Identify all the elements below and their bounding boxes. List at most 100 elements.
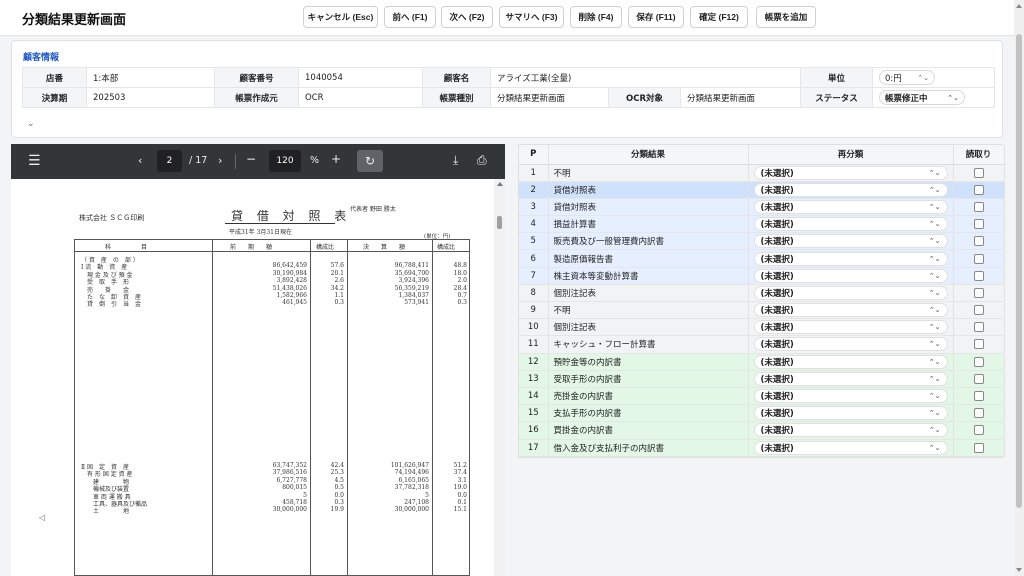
table-row[interactable]: 2 貸借対照表 (未選択) ⌃⌄: [519, 181, 1005, 199]
read-checkbox[interactable]: [973, 339, 984, 350]
reclass-select[interactable]: (未選択) ⌃⌄: [753, 182, 948, 197]
read-checkbox[interactable]: [973, 322, 984, 333]
reclass-select[interactable]: (未選択) ⌃⌄: [753, 251, 948, 266]
form-type-value: 分類結果更新画面: [490, 87, 609, 108]
read-checkbox[interactable]: [973, 270, 984, 281]
page-number-input[interactable]: 2: [157, 150, 182, 172]
delete-button[interactable]: 削除 (F4): [570, 6, 622, 28]
zoom-out-icon[interactable]: −: [246, 152, 256, 166]
print-icon[interactable]: ⎙: [477, 153, 487, 168]
table-row[interactable]: 8 個別注記表 (未選択) ⌃⌄: [519, 284, 1005, 303]
reclass-select[interactable]: (未選択) ⌃⌄: [753, 337, 948, 352]
table-row[interactable]: 11 キャッシュ・フロー計算書 (未選択) ⌃⌄: [519, 335, 1005, 354]
viewer-scroll-up-icon[interactable]: [497, 182, 503, 186]
table-row[interactable]: 16 買掛金の内訳書 (未選択) ⌃⌄: [519, 421, 1005, 440]
result-cell: 株主資本等変動計算書: [548, 267, 749, 285]
updown-icon: ⌃⌄: [928, 288, 941, 297]
ocr-target-label: OCR対象: [608, 87, 681, 108]
read-checkbox[interactable]: [973, 219, 984, 230]
cancel-button[interactable]: キャンセル (Esc): [303, 6, 378, 28]
reclass-select[interactable]: (未選択) ⌃⌄: [753, 389, 948, 404]
read-checkbox[interactable]: [973, 167, 984, 178]
ledger-cell-prev: 37,986,516: [272, 469, 307, 477]
reclass-select[interactable]: (未選択) ⌃⌄: [753, 406, 948, 421]
page-scrollbar[interactable]: [1014, 0, 1024, 576]
zoom-in-icon[interactable]: +: [331, 152, 341, 166]
table-row[interactable]: 1 不明 (未選択) ⌃⌄: [519, 164, 1005, 182]
read-checkbox[interactable]: [973, 391, 984, 402]
table-row[interactable]: 13 受取手形の内訳書 (未選択) ⌃⌄: [519, 370, 1005, 388]
table-row[interactable]: 7 株主資本等変動計算書 (未選択) ⌃⌄: [519, 267, 1005, 285]
zoom-input[interactable]: 120: [269, 150, 301, 172]
reclass-select[interactable]: (未選択) ⌃⌄: [753, 217, 948, 232]
read-checkbox[interactable]: [973, 236, 984, 247]
read-checkbox[interactable]: [973, 305, 984, 316]
add-form-button[interactable]: 帳票を追加: [756, 6, 816, 28]
next-button[interactable]: 次へ (F2): [441, 6, 493, 28]
viewer-toolbar: ☰ ‹ 2 / 17 › − 120 % + ↻ ⤓ ⎙: [11, 144, 505, 179]
read-checkbox[interactable]: [973, 408, 984, 419]
reclass-select[interactable]: (未選択) ⌃⌄: [753, 354, 948, 369]
read-checkbox[interactable]: [973, 184, 984, 195]
read-checkbox[interactable]: [973, 253, 984, 264]
table-row[interactable]: 10 個別注記表 (未選択) ⌃⌄: [519, 318, 1005, 337]
reclass-select[interactable]: (未選択) ⌃⌄: [753, 165, 948, 180]
table-row[interactable]: 9 不明 (未選択) ⌃⌄: [519, 301, 1005, 320]
result-cell: 製造原価報告書: [548, 249, 749, 268]
reclass-select[interactable]: (未選択) ⌃⌄: [753, 268, 948, 283]
menu-icon[interactable]: ☰: [28, 153, 41, 169]
read-checkbox[interactable]: [973, 425, 984, 436]
scroll-down-icon[interactable]: [1016, 568, 1022, 572]
store-value: 1:本部: [86, 67, 215, 88]
prev-page-icon[interactable]: ‹: [138, 154, 142, 167]
table-row[interactable]: 14 売掛金の内訳書 (未選択) ⌃⌄: [519, 387, 1005, 406]
ledger-cell-r2: 0.1: [457, 499, 467, 506]
ledger-cell-r1: 0.5: [334, 484, 344, 492]
read-checkbox[interactable]: [973, 287, 984, 298]
reclass-select[interactable]: (未選択) ⌃⌄: [753, 285, 948, 300]
expand-chevron-icon[interactable]: ⌄: [27, 119, 35, 129]
scroll-up-icon[interactable]: [1016, 4, 1022, 8]
reclass-select[interactable]: (未選択) ⌃⌄: [753, 234, 948, 249]
table-row[interactable]: 12 預貯金等の内訳書 (未選択) ⌃⌄: [519, 353, 1005, 371]
save-button[interactable]: 保存 (F11): [628, 6, 684, 28]
next-page-icon[interactable]: ›: [218, 154, 222, 167]
ledger-cell-r2: 3.1: [457, 476, 467, 484]
download-icon[interactable]: ⤓: [453, 153, 458, 168]
reclass-select[interactable]: (未選択) ⌃⌄: [753, 199, 948, 214]
confirm-button[interactable]: 確定 (F12): [690, 6, 748, 28]
ledger-cell-prev: 5: [303, 491, 307, 499]
doc-representative: 代表者 野田 勝太: [350, 206, 396, 213]
scroll-thumb[interactable]: [1016, 34, 1022, 508]
read-checkbox[interactable]: [973, 356, 984, 367]
viewer-scrollbar[interactable]: [494, 179, 505, 576]
prev-button[interactable]: 前へ (F1): [384, 6, 436, 28]
table-row[interactable]: 4 損益計算書 (未選択) ⌃⌄: [519, 215, 1005, 234]
summary-button[interactable]: サマリへ (F3): [499, 6, 564, 28]
ledger-cell-curr: 1,384,037: [398, 292, 429, 299]
rotate-icon[interactable]: ↻: [357, 150, 383, 172]
reclass-select[interactable]: (未選択) ⌃⌄: [753, 303, 948, 318]
table-row[interactable]: 3 貸借対照表 (未選択) ⌃⌄: [519, 198, 1005, 217]
ledger-cell-r1: 57.6: [330, 262, 344, 270]
ledger-cell-curr: 5: [425, 491, 429, 499]
table-row[interactable]: 6 製造原価報告書 (未選択) ⌃⌄: [519, 249, 1005, 268]
read-checkbox[interactable]: [973, 201, 984, 212]
page-number-cell: 1: [519, 164, 549, 182]
reclass-select[interactable]: (未選択) ⌃⌄: [753, 320, 948, 335]
ledger-cell-r2: 19.0: [453, 484, 467, 492]
table-row[interactable]: 15 支払手形の内訳書 (未選択) ⌃⌄: [519, 404, 1005, 423]
reclass-select[interactable]: (未選択) ⌃⌄: [753, 423, 948, 438]
read-checkbox[interactable]: [973, 373, 984, 384]
updown-icon: ⌃⌄: [928, 185, 941, 194]
unit-select[interactable]: 0:円 ⌃⌄: [879, 70, 936, 85]
table-row[interactable]: 17 借入金及び支払利子の内訳書 (未選択) ⌃⌄: [519, 439, 1005, 457]
read-checkbox[interactable]: [973, 442, 984, 453]
viewer-scroll-thumb[interactable]: [497, 216, 502, 229]
reclass-select[interactable]: (未選択) ⌃⌄: [753, 440, 948, 455]
result-cell: 不明: [548, 301, 749, 320]
table-row[interactable]: 5 販売費及び一般管理費内訳書 (未選択) ⌃⌄: [519, 232, 1005, 251]
reclass-select[interactable]: (未選択) ⌃⌄: [753, 371, 948, 386]
status-select[interactable]: 帳票修正中 ⌃⌄: [879, 90, 966, 105]
updown-icon: ⌃⌄: [947, 93, 960, 102]
